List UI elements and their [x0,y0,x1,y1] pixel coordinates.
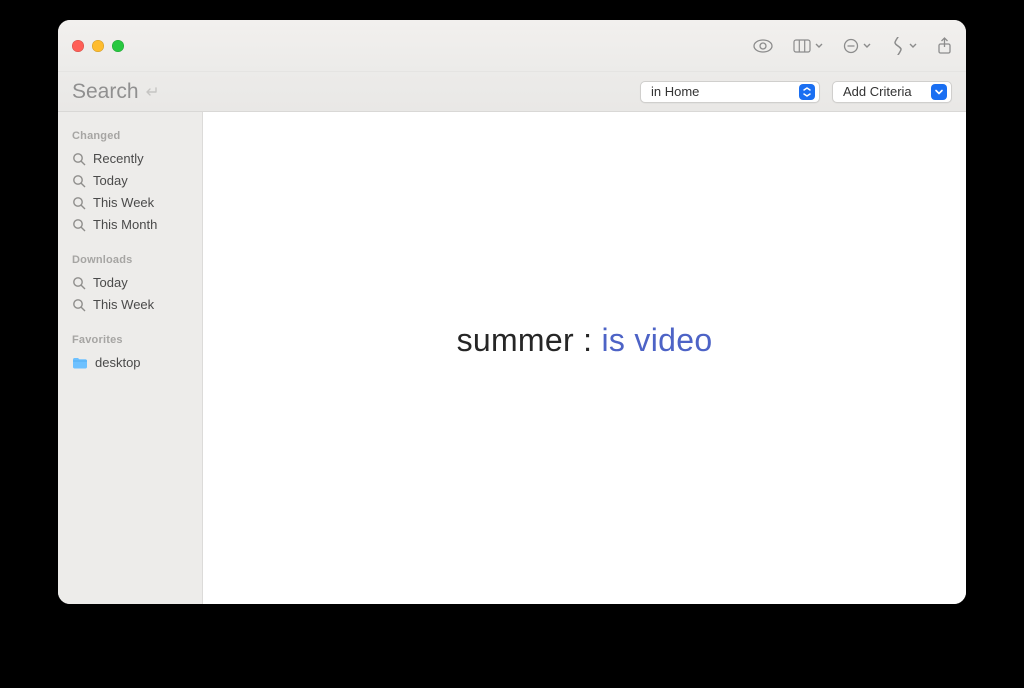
quicklook-icon[interactable] [753,39,773,53]
query-text: summer : [457,322,602,358]
share-icon[interactable] [937,37,952,55]
sidebar-section-downloads: Downloads Today This Week [72,254,192,316]
chevron-down-icon [815,43,823,49]
actions-icon[interactable] [891,37,917,55]
view-options-icon[interactable] [793,39,823,53]
group-by-icon[interactable] [843,38,871,54]
sidebar-item-this-month[interactable]: This Month [72,214,192,236]
query-filter: is video [602,322,713,358]
sidebar-section-changed: Changed Recently Today This Week This Mo… [72,130,192,236]
sidebar-item-label: Today [93,274,128,292]
minimize-window-button[interactable] [92,40,104,52]
sidebar: Changed Recently Today This Week This Mo… [58,112,203,604]
sidebar-item-label: desktop [95,354,141,372]
traffic-lights [72,40,124,52]
sidebar-item-downloads-today[interactable]: Today [72,272,192,294]
sidebar-item-label: This Week [93,296,154,314]
window-body: Changed Recently Today This Week This Mo… [58,112,966,604]
scope-select[interactable]: in Home [640,81,820,103]
add-criteria-label: Add Criteria [843,84,931,99]
sidebar-item-label: This Week [93,194,154,212]
sidebar-heading: Favorites [72,334,192,346]
scope-select-label: in Home [651,84,799,99]
search-icon [72,152,86,166]
return-icon [145,86,159,98]
search-toolbar: Search in Home Add Criteria [58,72,966,112]
window-title-text: Search [72,80,139,104]
search-icon [72,218,86,232]
search-icon [72,196,86,210]
search-icon [72,276,86,290]
sidebar-item-desktop[interactable]: desktop [72,352,192,374]
search-icon [72,298,86,312]
search-query-display: summer : is video [457,322,713,359]
sidebar-item-today[interactable]: Today [72,170,192,192]
search-icon [72,174,86,188]
sidebar-item-this-week[interactable]: This Week [72,192,192,214]
results-area: summer : is video [203,112,966,604]
zoom-window-button[interactable] [112,40,124,52]
chevron-down-icon [909,43,917,49]
chevron-down-icon [931,84,947,100]
updown-icon [799,84,815,100]
sidebar-heading: Changed [72,130,192,142]
sidebar-item-recently[interactable]: Recently [72,148,192,170]
folder-icon [72,357,88,369]
sidebar-item-label: Recently [93,150,144,168]
add-criteria-select[interactable]: Add Criteria [832,81,952,103]
titlebar [58,20,966,72]
chevron-down-icon [863,43,871,49]
app-window: Search in Home Add Criteria Changed Rece… [58,20,966,604]
sidebar-item-label: This Month [93,216,157,234]
sidebar-section-favorites: Favorites desktop [72,334,192,374]
window-title: Search [72,80,159,104]
sidebar-item-downloads-this-week[interactable]: This Week [72,294,192,316]
close-window-button[interactable] [72,40,84,52]
sidebar-heading: Downloads [72,254,192,266]
toolbar-icons [753,37,952,55]
sidebar-item-label: Today [93,172,128,190]
